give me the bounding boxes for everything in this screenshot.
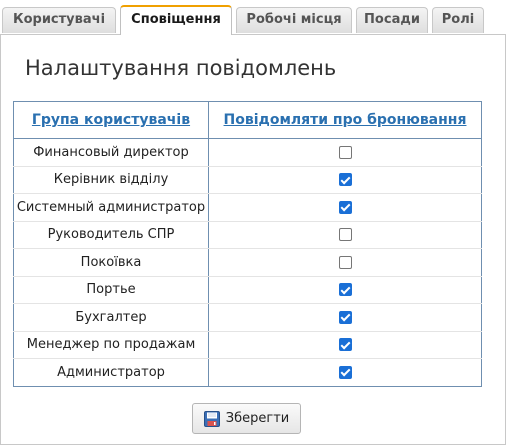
table-row: Бухгалтер (13, 303, 482, 332)
user-group-name: Портье (13, 276, 209, 304)
notify-cell (208, 221, 482, 249)
user-group-name: Менеджер по продажам (13, 331, 209, 359)
notify-checkbox[interactable] (338, 283, 352, 297)
sort-link-notify[interactable]: Повідомляти про бронювання (224, 112, 467, 128)
table-row: Руководитель СПР (13, 221, 482, 249)
notify-checkbox[interactable] (338, 310, 352, 324)
column-header-group[interactable]: Група користувачів (13, 101, 209, 139)
table-row: Менеджер по продажам (13, 331, 482, 359)
sort-link-group[interactable]: Група користувачів (32, 112, 190, 128)
tab-users[interactable]: Користувачі (2, 7, 116, 33)
notify-checkbox[interactable] (338, 338, 352, 352)
notify-cell (208, 303, 482, 332)
user-group-name: Покоївка (13, 248, 209, 277)
notify-cell (208, 331, 482, 359)
table-row: Покоївка (13, 248, 482, 277)
table-row: Финансовый директор (13, 138, 482, 167)
notify-checkbox[interactable] (338, 173, 352, 187)
page-title: Налаштування повідомлень (25, 56, 337, 80)
notify-cell (208, 276, 482, 304)
save-button[interactable]: Зберегти (192, 403, 301, 434)
notify-checkbox[interactable] (338, 365, 352, 379)
notify-checkbox[interactable] (338, 145, 352, 159)
tab-roles[interactable]: Ролі (432, 7, 484, 33)
table-row: Портье (13, 276, 482, 304)
save-button-label: Зберегти (225, 411, 290, 426)
column-header-notify[interactable]: Повідомляти про бронювання (208, 101, 482, 139)
tab-positions[interactable]: Посади (356, 7, 428, 33)
tab-workplaces[interactable]: Робочі місця (236, 7, 352, 33)
user-group-name: Финансовый директор (13, 138, 209, 167)
table-row: Керівник відділу (13, 166, 482, 194)
notify-cell (208, 248, 482, 277)
user-group-name: Системный администратор (13, 193, 209, 222)
floppy-disk-icon (203, 410, 220, 427)
table-row: Системный администратор (13, 193, 482, 222)
tab-notifications[interactable]: Сповіщення (120, 5, 232, 35)
notify-cell (208, 193, 482, 222)
user-group-name: Бухгалтер (13, 303, 209, 332)
notify-checkbox[interactable] (338, 228, 352, 242)
table-header-row: Група користувачів Повідомляти про броню… (13, 101, 482, 139)
tab-bar: Користувачі Сповіщення Робочі місця Поса… (0, 0, 508, 35)
notify-checkbox[interactable] (338, 255, 352, 269)
notify-cell (208, 166, 482, 194)
user-group-name: Администратор (13, 358, 209, 386)
user-group-name: Руководитель СПР (13, 221, 209, 249)
table-row: Администратор (13, 358, 482, 387)
notification-settings-table: Група користувачів Повідомляти про броню… (13, 101, 482, 387)
notify-checkbox[interactable] (338, 200, 352, 214)
notify-cell (208, 138, 482, 167)
notify-cell (209, 359, 482, 387)
user-group-name: Керівник відділу (13, 166, 209, 194)
